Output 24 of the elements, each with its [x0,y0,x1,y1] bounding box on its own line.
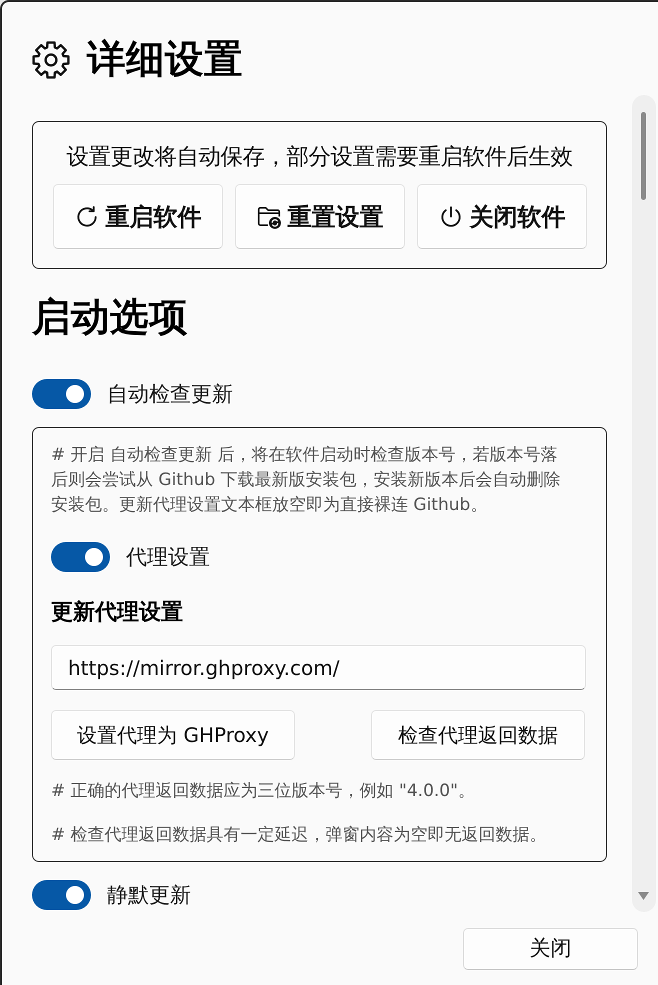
toggle-label: 代理设置 [126,544,210,571]
scrollbar-thumb[interactable] [641,112,646,200]
section-heading: 启动选项 [32,296,188,340]
notice-button[interactable]: 重置设置 [234,184,404,249]
toggle-label: 自动检查更新 [107,381,233,408]
proxy-heading: 更新代理设置 [51,599,183,627]
notice-text: 设置更改将自动保存，部分设置需要重启软件后生效 [66,143,572,171]
update-description: # 开启 自动检查更新 后，将在软件启动时检查版本号，若版本号落后则会尝试从 Github 下载最新版安装包，安装新版本后会自动删除安装包。更新代理设置文本框放空即为直接裸连 Github。 [51,444,562,517]
toggle-label: 静默更新 [107,882,191,909]
dialog-title: 详细设置 [87,38,243,82]
toggle-switch[interactable] [32,880,91,910]
notice-button[interactable]: 重启软件 [52,184,222,249]
toggle-switch[interactable] [32,379,91,409]
proxy-button[interactable]: 设置代理为 GHProxy [51,710,295,760]
scroll-down-icon[interactable] [638,892,649,900]
proxy-url-field[interactable]: https://mirror.ghproxy.com/ [51,645,586,690]
proxy-button[interactable]: 检查代理返回数据 [371,710,585,760]
proxy-note: # 检查代理返回数据具有一定延迟，弹窗内容为空即无返回数据。 [51,824,547,847]
scrollbar[interactable] [632,95,656,912]
toggle-switch[interactable] [51,542,110,572]
notice-button[interactable]: 关闭软件 [416,184,586,249]
proxy-note: # 正确的代理返回数据应为三位版本号，例如 "4.0.0"。 [51,780,475,803]
settings-icon [32,41,70,79]
close-button[interactable]: 关闭 [463,928,638,970]
